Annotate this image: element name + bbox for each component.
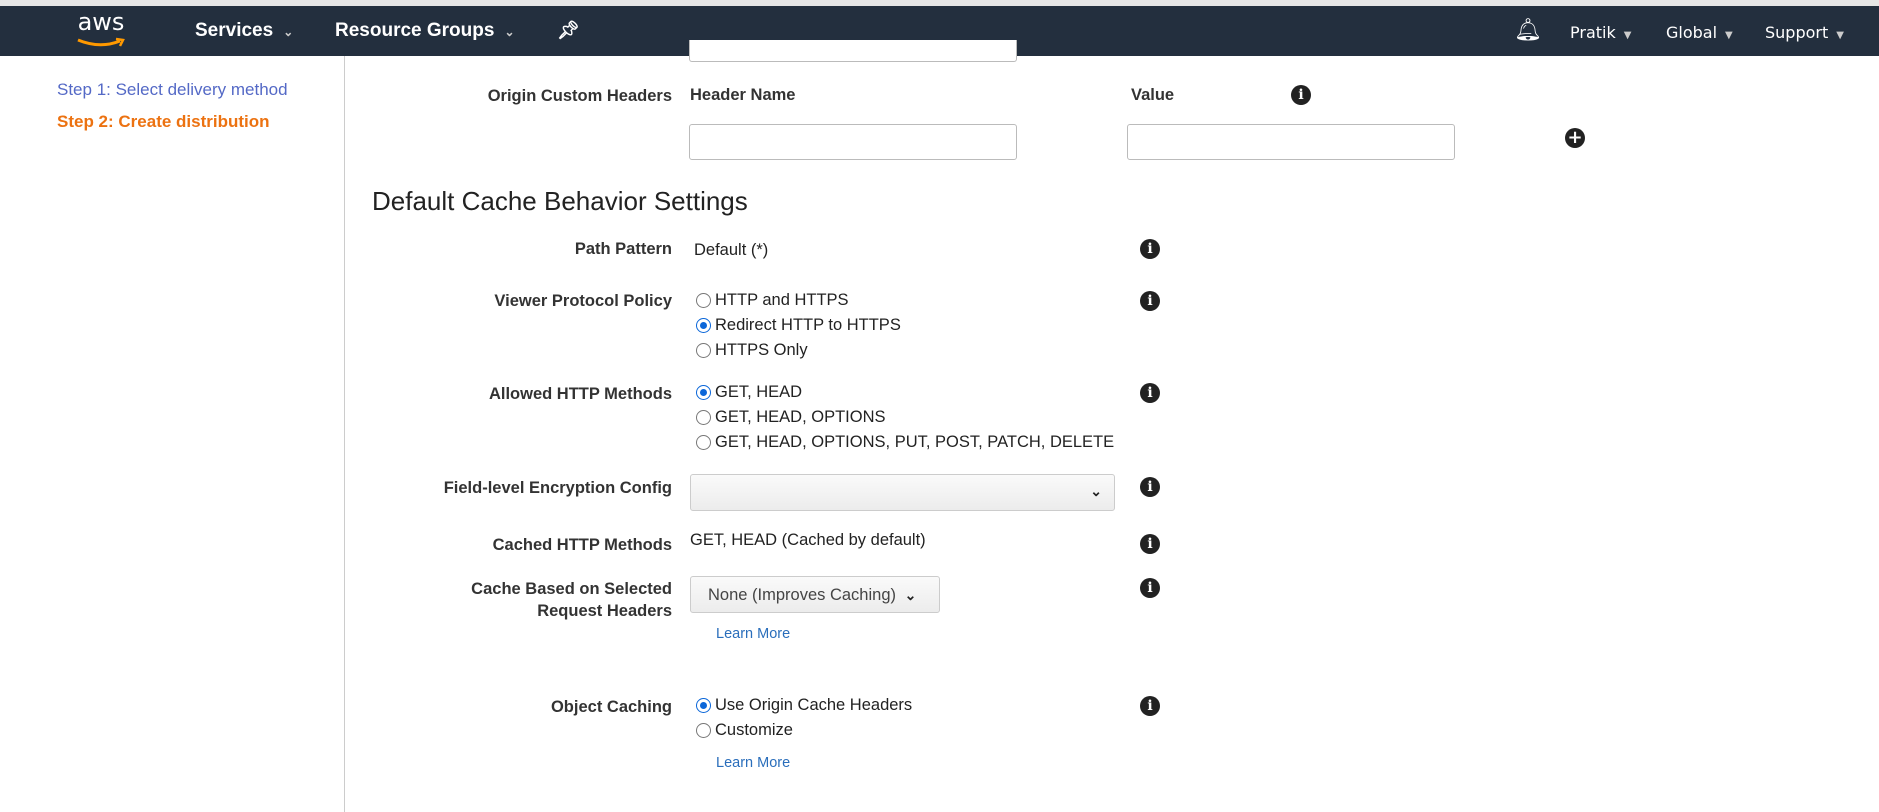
services-label: Services [195,20,274,41]
radio-circle[interactable] [696,343,711,358]
step-2-current: Step 2: Create distribution [57,112,270,131]
radio-circle-selected[interactable] [696,385,711,400]
previous-field-input[interactable] [689,40,1017,62]
region-menu[interactable]: Global ▼ [1666,23,1733,42]
cache-headers-label: Cache Based on Selected Request Headers [471,578,672,622]
radio-redirect-http-to-https[interactable]: Redirect HTTP to HTTPS [696,316,901,335]
info-icon[interactable]: i [1140,239,1160,259]
radio-circle-selected[interactable] [696,318,711,333]
info-icon[interactable]: i [1140,534,1160,554]
radio-https-only[interactable]: HTTPS Only [696,341,808,360]
path-pattern-label: Path Pattern [574,240,672,258]
header-name-input[interactable] [689,124,1017,160]
info-icon[interactable]: i [1291,85,1311,105]
viewer-protocol-label: Viewer Protocol Policy [494,292,672,310]
object-caching-label: Object Caching [550,698,672,716]
pin-icon[interactable]: 📌︎ [557,20,580,41]
info-icon[interactable]: i [1140,291,1160,311]
aws-logo[interactable]: aws [76,10,126,50]
cache-headers-select[interactable]: None (Improves Caching) ⌄ [690,576,940,613]
services-menu[interactable]: Services ⌄ [195,20,293,42]
radio-use-origin-cache-headers[interactable]: Use Origin Cache Headers [696,696,912,715]
value-heading: Value [1131,86,1175,104]
allowed-methods-label: Allowed HTTP Methods [488,385,672,403]
fle-config-label: Field-level Encryption Config [443,479,672,497]
step-1-link[interactable]: Step 1: Select delivery method [57,80,288,100]
learn-more-link[interactable]: Learn More [716,626,790,642]
radio-label: Customize [715,721,793,739]
radio-circle[interactable] [696,293,711,308]
chevron-down-icon: ⌄ [283,25,294,39]
radio-label: GET, HEAD, OPTIONS, PUT, POST, PATCH, DE… [715,433,1115,451]
radio-label: GET, HEAD, OPTIONS [715,408,886,426]
radio-label: HTTPS Only [715,341,808,359]
radio-get-head-options[interactable]: GET, HEAD, OPTIONS [696,408,886,427]
resource-groups-label: Resource Groups [335,20,495,41]
info-icon[interactable]: i [1140,477,1160,497]
caret-down-icon: ▼ [1623,30,1632,41]
radio-customize[interactable]: Customize [696,721,793,740]
add-header-plus-icon[interactable]: + [1565,128,1585,148]
radio-label: GET, HEAD [715,383,803,401]
chevron-down-icon: ⌄ [1090,483,1102,499]
caret-down-icon: ▼ [1836,30,1844,41]
radio-circle[interactable] [696,435,711,450]
radio-circle[interactable] [696,410,711,425]
support-label: Support [1765,23,1829,42]
radio-label: HTTP and HTTPS [715,291,849,309]
support-menu[interactable]: Support ▼ [1765,23,1844,42]
fle-config-select[interactable]: ⌄ [690,474,1115,511]
caret-down-icon: ▼ [1725,30,1733,41]
learn-more-link[interactable]: Learn More [716,755,790,771]
label-line: Cache Based on Selected [471,580,672,598]
radio-label: Redirect HTTP to HTTPS [715,316,901,334]
aws-logo-text: aws [77,8,125,36]
section-title: Default Cache Behavior Settings [372,186,748,216]
chevron-down-icon: ⌄ [904,587,917,603]
header-value-input[interactable] [1127,124,1455,160]
origin-custom-headers-label: Origin Custom Headers [487,87,672,105]
radio-label: Use Origin Cache Headers [715,696,913,714]
header-name-heading: Header Name [690,86,796,104]
cached-methods-value: GET, HEAD (Cached by default) [690,531,926,549]
info-icon[interactable]: i [1140,578,1160,598]
radio-circle-selected[interactable] [696,698,711,713]
wizard-sidebar: Step 1: Select delivery method Step 2: C… [0,56,345,812]
radio-get-head[interactable]: GET, HEAD [696,383,802,402]
cache-headers-value: None (Improves Caching) [708,586,896,604]
label-line: Request Headers [537,602,672,620]
info-icon[interactable]: i [1140,696,1160,716]
aws-smile-icon [77,37,125,47]
cached-methods-label: Cached HTTP Methods [492,536,672,554]
path-pattern-value: Default (*) [694,241,769,259]
region-label: Global [1666,23,1718,42]
chevron-down-icon: ⌄ [504,25,515,39]
resource-groups-menu[interactable]: Resource Groups ⌄ [335,20,515,42]
bell-icon[interactable]: 🔔︎ [1514,18,1542,43]
radio-http-and-https[interactable]: HTTP and HTTPS [696,291,849,310]
user-menu[interactable]: Pratik ▼ [1570,23,1631,42]
radio-all-methods[interactable]: GET, HEAD, OPTIONS, PUT, POST, PATCH, DE… [696,433,1114,452]
radio-circle[interactable] [696,723,711,738]
user-label: Pratik [1570,23,1616,42]
info-icon[interactable]: i [1140,383,1160,403]
